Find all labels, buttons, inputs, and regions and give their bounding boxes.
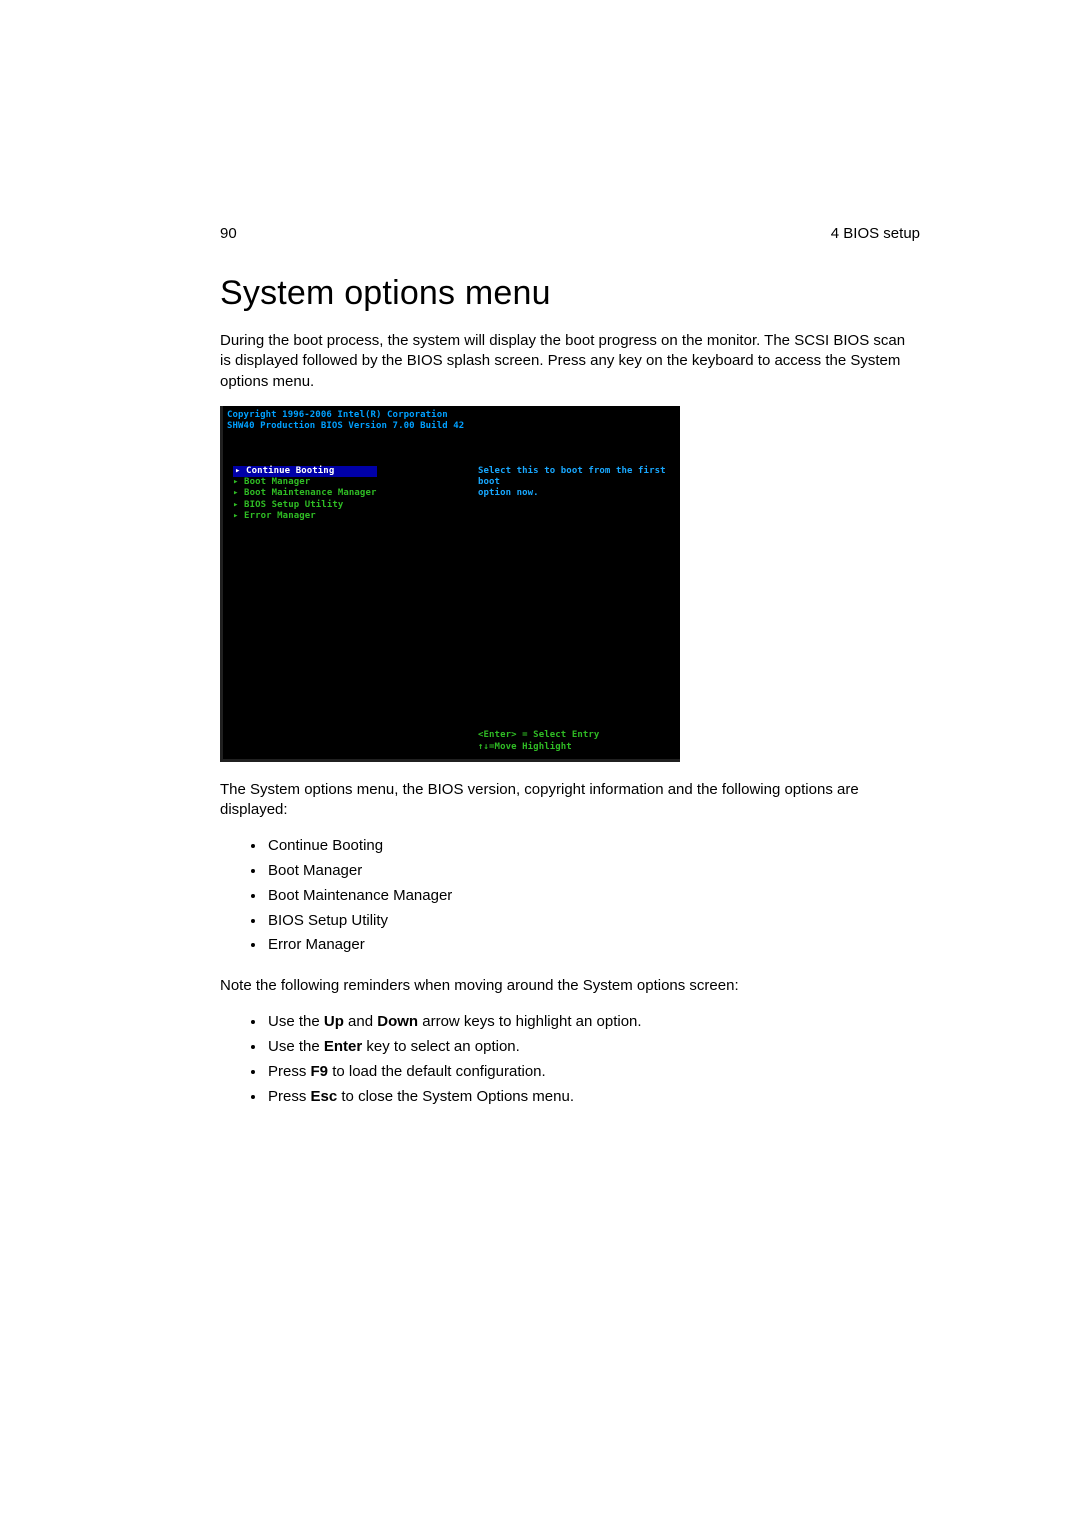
document-page: 90 4 BIOS setup System options menu Duri… (0, 0, 1080, 1528)
bios-footer-hints: <Enter> = Select Entry ↑↓=Move Highlight (478, 730, 599, 753)
bios-screenshot: Copyright 1996-2006 Intel(R) Corporation… (220, 406, 680, 762)
bios-copyright-block: Copyright 1996-2006 Intel(R) Corporation… (227, 410, 464, 433)
bios-item-boot-manager[interactable]: ▸ Boot Manager (233, 477, 377, 488)
bios-item-label: BIOS Setup Utility (244, 500, 343, 510)
page-number: 90 (220, 225, 237, 242)
list-item: Boot Manager (266, 859, 920, 884)
reminders-intro-paragraph: Note the following reminders when moving… (220, 976, 920, 996)
bios-item-continue-booting[interactable]: ▸ Continue Booting (233, 466, 377, 477)
bios-item-label: Boot Maintenance Manager (244, 488, 376, 498)
bios-hint-enter: <Enter> = Select Entry (478, 730, 599, 741)
list-item: Press Esc to close the System Options me… (266, 1085, 920, 1110)
list-item: Use the Enter key to select an option. (266, 1035, 920, 1060)
bios-version: SHW40 Production BIOS Version 7.00 Build… (227, 421, 464, 432)
intro-paragraph: During the boot process, the system will… (220, 331, 920, 392)
page-header: 90 4 BIOS setup (220, 225, 920, 242)
section-label: 4 BIOS setup (831, 225, 920, 242)
bios-item-bios-setup-utility[interactable]: ▸ BIOS Setup Utility (233, 500, 377, 511)
bios-help-line2: option now. (478, 488, 674, 499)
bios-copyright: Copyright 1996-2006 Intel(R) Corporation (227, 410, 464, 421)
bios-menu: ▸ Continue Booting ▸ Boot Manager ▸ Boot… (233, 466, 377, 522)
list-item: Continue Booting (266, 834, 920, 859)
bios-item-label: Continue Booting (246, 466, 334, 476)
options-intro-paragraph: The System options menu, the BIOS versio… (220, 780, 920, 821)
bios-item-label: Boot Manager (244, 477, 310, 487)
options-list: Continue Booting Boot Manager Boot Maint… (220, 834, 920, 958)
page-title: System options menu (220, 274, 920, 313)
list-item: Error Manager (266, 933, 920, 958)
reminders-list: Use the Up and Down arrow keys to highli… (220, 1010, 920, 1109)
list-item: Press F9 to load the default configurati… (266, 1060, 920, 1085)
bios-hint-arrows: ↑↓=Move Highlight (478, 742, 599, 753)
bios-item-error-manager[interactable]: ▸ Error Manager (233, 511, 377, 522)
bios-help-line1: Select this to boot from the first boot (478, 466, 674, 489)
list-item: Use the Up and Down arrow keys to highli… (266, 1010, 920, 1035)
bios-item-label: Error Manager (244, 511, 316, 521)
list-item: BIOS Setup Utility (266, 909, 920, 934)
bios-item-boot-maintenance-manager[interactable]: ▸ Boot Maintenance Manager (233, 488, 377, 499)
list-item: Boot Maintenance Manager (266, 884, 920, 909)
bios-help-text: Select this to boot from the first boot … (478, 466, 674, 500)
